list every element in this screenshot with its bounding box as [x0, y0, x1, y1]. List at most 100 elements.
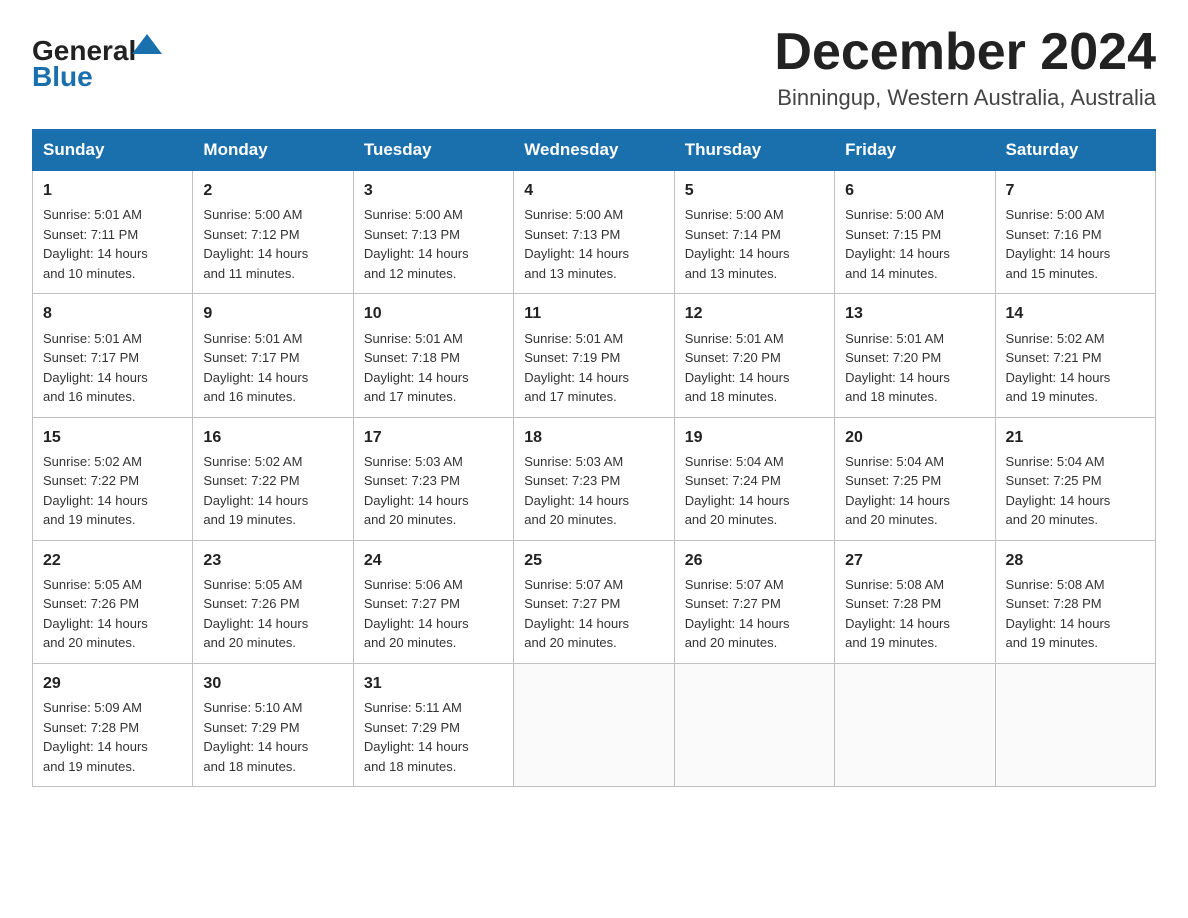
weekday-header-saturday: Saturday [995, 130, 1155, 171]
day-number: 14 [1006, 302, 1145, 325]
day-info: Sunrise: 5:08 AMSunset: 7:28 PMDaylight:… [1006, 575, 1145, 653]
day-number: 20 [845, 426, 984, 449]
svg-text:Blue: Blue [32, 61, 93, 89]
day-info: Sunrise: 5:06 AMSunset: 7:27 PMDaylight:… [364, 575, 503, 653]
calendar-cell: 18 Sunrise: 5:03 AMSunset: 7:23 PMDayligh… [514, 417, 674, 540]
calendar-cell [835, 663, 995, 786]
day-info: Sunrise: 5:00 AMSunset: 7:13 PMDaylight:… [524, 205, 663, 283]
day-info: Sunrise: 5:04 AMSunset: 7:25 PMDaylight:… [1006, 452, 1145, 530]
day-number: 6 [845, 179, 984, 202]
page-header: General Blue December 2024 Binningup, We… [32, 24, 1156, 111]
day-number: 11 [524, 302, 663, 325]
day-info: Sunrise: 5:01 AMSunset: 7:17 PMDaylight:… [203, 329, 342, 407]
day-number: 4 [524, 179, 663, 202]
day-info: Sunrise: 5:01 AMSunset: 7:17 PMDaylight:… [43, 329, 182, 407]
weekday-header-monday: Monday [193, 130, 353, 171]
day-info: Sunrise: 5:02 AMSunset: 7:21 PMDaylight:… [1006, 329, 1145, 407]
day-number: 18 [524, 426, 663, 449]
week-row-1: 1 Sunrise: 5:01 AMSunset: 7:11 PMDaylight… [33, 171, 1156, 294]
day-number: 19 [685, 426, 824, 449]
calendar-cell [674, 663, 834, 786]
day-number: 28 [1006, 549, 1145, 572]
day-number: 25 [524, 549, 663, 572]
calendar-cell: 28 Sunrise: 5:08 AMSunset: 7:28 PMDayligh… [995, 540, 1155, 663]
day-number: 7 [1006, 179, 1145, 202]
day-info: Sunrise: 5:03 AMSunset: 7:23 PMDaylight:… [524, 452, 663, 530]
day-number: 5 [685, 179, 824, 202]
day-number: 13 [845, 302, 984, 325]
calendar-cell: 17Sunrise: 5:03 AMSunset: 7:23 PMDayligh… [353, 417, 513, 540]
calendar-cell: 5 Sunrise: 5:00 AMSunset: 7:14 PMDaylight… [674, 171, 834, 294]
calendar-cell: 25Sunrise: 5:07 AMSunset: 7:27 PMDayligh… [514, 540, 674, 663]
day-info: Sunrise: 5:08 AMSunset: 7:28 PMDaylight:… [845, 575, 984, 653]
day-info: Sunrise: 5:07 AMSunset: 7:27 PMDaylight:… [685, 575, 824, 653]
day-info: Sunrise: 5:00 AMSunset: 7:16 PMDaylight:… [1006, 205, 1145, 283]
weekday-header-wednesday: Wednesday [514, 130, 674, 171]
day-info: Sunrise: 5:01 AMSunset: 7:19 PMDaylight:… [524, 329, 663, 407]
day-number: 22 [43, 549, 182, 572]
weekday-header-sunday: Sunday [33, 130, 193, 171]
day-number: 12 [685, 302, 824, 325]
calendar-cell: 21 Sunrise: 5:04 AMSunset: 7:25 PMDayligh… [995, 417, 1155, 540]
calendar-cell: 3 Sunrise: 5:00 AMSunset: 7:13 PMDaylight… [353, 171, 513, 294]
calendar-cell: 12 Sunrise: 5:01 AMSunset: 7:20 PMDayligh… [674, 294, 834, 417]
weekday-header-row: SundayMondayTuesdayWednesdayThursdayFrid… [33, 130, 1156, 171]
day-number: 31 [364, 672, 503, 695]
calendar-cell: 1 Sunrise: 5:01 AMSunset: 7:11 PMDaylight… [33, 171, 193, 294]
calendar-cell: 19Sunrise: 5:04 AMSunset: 7:24 PMDayligh… [674, 417, 834, 540]
day-number: 26 [685, 549, 824, 572]
calendar-cell: 10 Sunrise: 5:01 AMSunset: 7:18 PMDayligh… [353, 294, 513, 417]
weekday-header-friday: Friday [835, 130, 995, 171]
calendar-cell: 9 Sunrise: 5:01 AMSunset: 7:17 PMDaylight… [193, 294, 353, 417]
day-number: 24 [364, 549, 503, 572]
day-info: Sunrise: 5:00 AMSunset: 7:13 PMDaylight:… [364, 205, 503, 283]
week-row-2: 8Sunrise: 5:01 AMSunset: 7:17 PMDaylight… [33, 294, 1156, 417]
weekday-header-thursday: Thursday [674, 130, 834, 171]
calendar-cell: 2Sunrise: 5:00 AMSunset: 7:12 PMDaylight… [193, 171, 353, 294]
title-area: December 2024 Binningup, Western Austral… [774, 24, 1156, 111]
day-info: Sunrise: 5:01 AMSunset: 7:20 PMDaylight:… [845, 329, 984, 407]
weekday-header-tuesday: Tuesday [353, 130, 513, 171]
day-info: Sunrise: 5:04 AMSunset: 7:25 PMDaylight:… [845, 452, 984, 530]
day-number: 29 [43, 672, 182, 695]
day-number: 15 [43, 426, 182, 449]
week-row-3: 15Sunrise: 5:02 AMSunset: 7:22 PMDayligh… [33, 417, 1156, 540]
day-info: Sunrise: 5:01 AMSunset: 7:11 PMDaylight:… [43, 205, 182, 283]
calendar-cell: 8Sunrise: 5:01 AMSunset: 7:17 PMDaylight… [33, 294, 193, 417]
calendar-cell: 4 Sunrise: 5:00 AMSunset: 7:13 PMDaylight… [514, 171, 674, 294]
day-number: 21 [1006, 426, 1145, 449]
calendar-cell: 22 Sunrise: 5:05 AMSunset: 7:26 PMDayligh… [33, 540, 193, 663]
day-info: Sunrise: 5:05 AMSunset: 7:26 PMDaylight:… [43, 575, 182, 653]
calendar-table: SundayMondayTuesdayWednesdayThursdayFrid… [32, 129, 1156, 787]
day-number: 17 [364, 426, 503, 449]
day-number: 10 [364, 302, 503, 325]
calendar-cell: 16Sunrise: 5:02 AMSunset: 7:22 PMDayligh… [193, 417, 353, 540]
day-number: 9 [203, 302, 342, 325]
calendar-cell: 11 Sunrise: 5:01 AMSunset: 7:19 PMDayligh… [514, 294, 674, 417]
calendar-cell [995, 663, 1155, 786]
day-number: 2 [203, 179, 342, 202]
calendar-cell [514, 663, 674, 786]
calendar-cell: 29 Sunrise: 5:09 AMSunset: 7:28 PMDayligh… [33, 663, 193, 786]
day-number: 30 [203, 672, 342, 695]
calendar-cell: 23Sunrise: 5:05 AMSunset: 7:26 PMDayligh… [193, 540, 353, 663]
day-info: Sunrise: 5:00 AMSunset: 7:14 PMDaylight:… [685, 205, 824, 283]
location-title: Binningup, Western Australia, Australia [774, 85, 1156, 111]
calendar-cell: 24 Sunrise: 5:06 AMSunset: 7:27 PMDayligh… [353, 540, 513, 663]
calendar-cell: 15Sunrise: 5:02 AMSunset: 7:22 PMDayligh… [33, 417, 193, 540]
day-info: Sunrise: 5:05 AMSunset: 7:26 PMDaylight:… [203, 575, 342, 653]
calendar-cell: 26 Sunrise: 5:07 AMSunset: 7:27 PMDayligh… [674, 540, 834, 663]
month-title: December 2024 [774, 24, 1156, 81]
day-info: Sunrise: 5:09 AMSunset: 7:28 PMDaylight:… [43, 698, 182, 776]
day-info: Sunrise: 5:01 AMSunset: 7:20 PMDaylight:… [685, 329, 824, 407]
day-info: Sunrise: 5:01 AMSunset: 7:18 PMDaylight:… [364, 329, 503, 407]
day-info: Sunrise: 5:10 AMSunset: 7:29 PMDaylight:… [203, 698, 342, 776]
calendar-cell: 27Sunrise: 5:08 AMSunset: 7:28 PMDayligh… [835, 540, 995, 663]
day-number: 1 [43, 179, 182, 202]
day-number: 3 [364, 179, 503, 202]
logo: General Blue [32, 24, 162, 89]
calendar-cell: 6Sunrise: 5:00 AMSunset: 7:15 PMDaylight… [835, 171, 995, 294]
calendar-cell: 31Sunrise: 5:11 AMSunset: 7:29 PMDayligh… [353, 663, 513, 786]
calendar-cell: 14 Sunrise: 5:02 AMSunset: 7:21 PMDayligh… [995, 294, 1155, 417]
calendar-cell: 13 Sunrise: 5:01 AMSunset: 7:20 PMDayligh… [835, 294, 995, 417]
